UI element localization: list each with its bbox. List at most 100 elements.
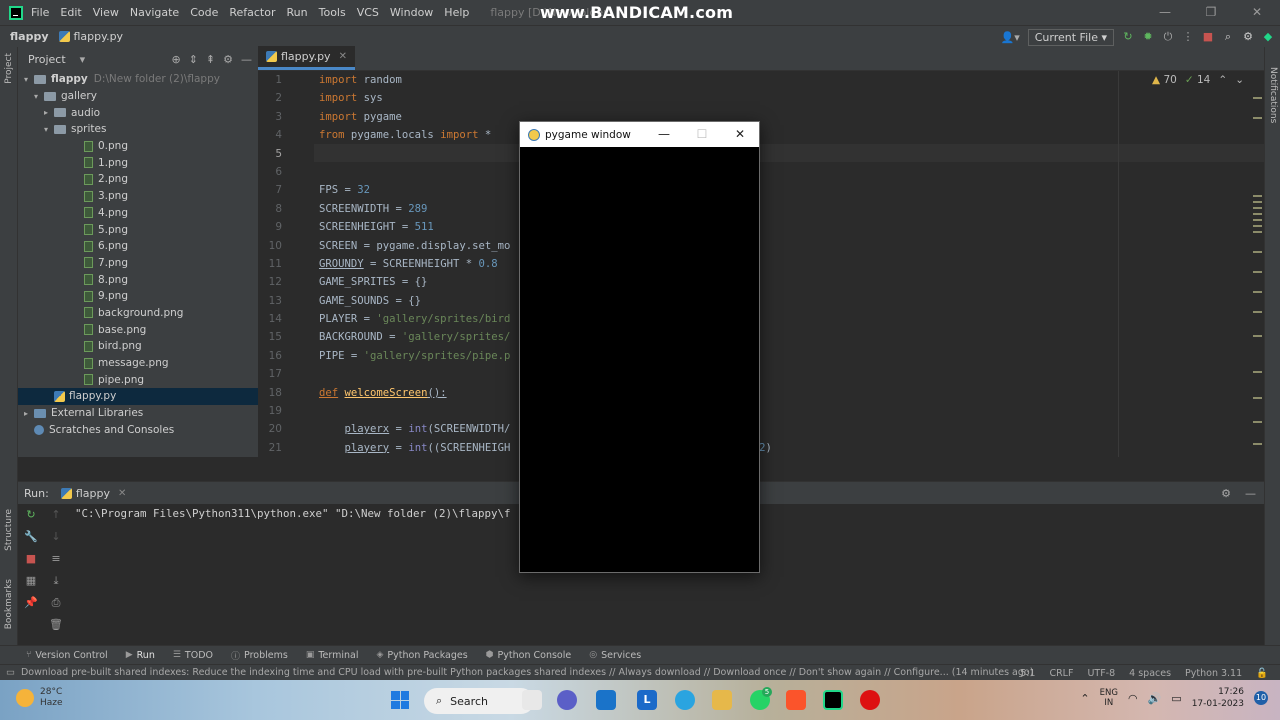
battery-icon[interactable]: ▭ (1171, 692, 1181, 705)
tray-chevron-icon[interactable]: ⌃ (1080, 692, 1089, 705)
l-app-icon[interactable]: L (637, 690, 657, 710)
tool-python-console[interactable]: ⬢ Python Console (486, 650, 572, 661)
maximize-icon[interactable]: ❐ (1188, 0, 1234, 25)
tree-item[interactable]: 1.png (18, 154, 258, 171)
close-run-tab-icon[interactable]: ✕ (118, 488, 126, 499)
brave-icon[interactable] (786, 690, 806, 710)
caret-position[interactable]: 5:1 (1020, 668, 1035, 679)
tree-item[interactable]: ▾ gallery (18, 88, 258, 105)
menu-window[interactable]: Window (390, 6, 433, 19)
line-separator[interactable]: CRLF (1049, 668, 1073, 679)
hide-run-panel-icon[interactable]: — (1245, 487, 1256, 500)
task-view-icon[interactable] (522, 690, 542, 710)
trash-icon[interactable]: 🗑 (46, 614, 66, 636)
wrench-icon[interactable]: 🔧 (18, 526, 44, 548)
clock[interactable]: 17:26 17-01-2023 (1192, 686, 1244, 710)
tree-item[interactable]: 0.png (18, 138, 258, 155)
menu-vcs[interactable]: VCS (357, 6, 379, 19)
start-button[interactable] (391, 691, 409, 709)
status-message[interactable]: Download pre-built shared indexes: Reduc… (21, 667, 1033, 678)
tool-run[interactable]: ▶ Run (126, 650, 155, 661)
language-indicator[interactable]: ENG IN (1100, 688, 1118, 708)
rerun-icon[interactable]: ↻ (18, 504, 44, 526)
settings-gear-icon[interactable]: ⚙ (1242, 31, 1254, 43)
project-panel-title[interactable]: Project (28, 53, 66, 66)
tree-item[interactable]: base.png (18, 321, 258, 338)
python-interpreter[interactable]: Python 3.11 (1185, 668, 1242, 679)
scroll-to-end-icon[interactable]: ⤓ (46, 570, 66, 592)
wifi-icon[interactable]: ◠ (1128, 692, 1138, 705)
tree-item[interactable]: 9.png (18, 288, 258, 305)
tree-item[interactable]: bird.png (18, 338, 258, 355)
tree-root[interactable]: ▾ flappy D:\New folder (2)\flappy (18, 71, 258, 88)
down-arrow-icon[interactable]: ↓ (46, 526, 66, 548)
search-icon[interactable]: ⌕ (1222, 31, 1234, 43)
menu-refactor[interactable]: Refactor (229, 6, 275, 19)
inspection-widget[interactable]: ▲ 70 ✓ 14 ⌃ ⌄ (1152, 74, 1244, 86)
tool-problems[interactable]: ⓘ Problems (231, 649, 288, 662)
tree-item[interactable]: 7.png (18, 255, 258, 272)
tool-version-control[interactable]: ⑂ Version Control (26, 650, 108, 661)
pygame-minimize-icon[interactable]: — (645, 122, 683, 147)
collapse-all-icon[interactable]: ⇞ (206, 53, 215, 66)
prev-highlight-icon[interactable]: ⌃ (1218, 74, 1227, 86)
pin-icon[interactable]: 📌 (18, 592, 44, 614)
menu-file[interactable]: File (31, 6, 49, 19)
pygame-close-icon[interactable]: ✕ (721, 122, 759, 147)
tool-terminal[interactable]: ▣ Terminal (306, 650, 359, 661)
run-settings-icon[interactable]: ⚙ (1221, 487, 1231, 500)
weather-widget[interactable]: 28°C Haze (16, 687, 63, 709)
locate-icon[interactable]: ⊕ (171, 53, 180, 66)
tree-item[interactable]: 8.png (18, 271, 258, 288)
record-icon[interactable] (860, 690, 880, 710)
run-tab-flappy[interactable]: flappy ✕ (60, 487, 126, 500)
indent-setting[interactable]: 4 spaces (1129, 668, 1171, 679)
tree-item[interactable]: 5.png (18, 221, 258, 238)
ide-updates-icon[interactable]: ◆ (1262, 31, 1274, 43)
editor-tab-flappy-py[interactable]: flappy.py ✕ (258, 46, 355, 70)
menu-navigate[interactable]: Navigate (130, 6, 179, 19)
stop-icon[interactable]: ■ (18, 548, 44, 570)
more-run-icon[interactable]: ⋮ (1182, 31, 1194, 43)
tree-item-scratches[interactable]: Scratches and Consoles (18, 421, 258, 438)
tree-item[interactable]: 2.png (18, 171, 258, 188)
tool-services[interactable]: ◎ Services (589, 650, 641, 661)
weak-warnings-count[interactable]: ✓ 14 (1185, 74, 1211, 86)
file-explorer-icon[interactable] (712, 690, 732, 710)
panel-settings-icon[interactable]: ⚙ (223, 53, 233, 66)
menu-code[interactable]: Code (190, 6, 218, 19)
tree-item[interactable]: ▾ sprites (18, 121, 258, 138)
tool-todo[interactable]: ☰ TODO (173, 650, 213, 661)
coverage-icon[interactable]: ⏻ (1162, 31, 1174, 43)
close-tab-icon[interactable]: ✕ (339, 51, 347, 62)
expand-all-icon[interactable]: ⇕ (189, 53, 198, 66)
debug-icon[interactable]: ✹ (1142, 31, 1154, 43)
mail-icon[interactable] (596, 690, 616, 710)
tree-item[interactable]: message.png (18, 355, 258, 372)
menu-view[interactable]: View (93, 6, 119, 19)
breadcrumb-project[interactable]: flappy (10, 30, 49, 43)
lock-icon[interactable]: 🔓 (1256, 668, 1268, 679)
tree-item-flappy-py[interactable]: flappy.py (18, 388, 258, 405)
tool-python-packages[interactable]: ◈ Python Packages (376, 650, 467, 661)
tree-item[interactable]: 3.png (18, 188, 258, 205)
file-encoding[interactable]: UTF-8 (1087, 668, 1115, 679)
user-icon[interactable]: 👤▾ (1001, 31, 1020, 44)
menu-edit[interactable]: Edit (60, 6, 81, 19)
next-highlight-icon[interactable]: ⌄ (1235, 74, 1244, 86)
minimize-icon[interactable]: — (1142, 0, 1188, 25)
stop-icon[interactable]: ■ (1202, 31, 1214, 43)
print-icon[interactable]: ⎙ (46, 592, 66, 614)
tree-item[interactable]: pipe.png (18, 371, 258, 388)
rerun-icon[interactable]: ↻ (1122, 31, 1134, 43)
menu-tools[interactable]: Tools (319, 6, 346, 19)
status-layout-icon[interactable]: ▭ (6, 667, 15, 678)
run-config-select[interactable]: Current File ▾ (1027, 28, 1114, 46)
pygame-window[interactable]: pygame window — ☐ ✕ (519, 121, 760, 573)
taskbar-search[interactable]: ⌕ Search (424, 688, 534, 714)
warnings-count[interactable]: ▲ 70 (1152, 74, 1177, 86)
menu-help[interactable]: Help (444, 6, 469, 19)
pygame-canvas[interactable] (520, 147, 759, 572)
run-console-output[interactable]: "C:\Program Files\Python311\python.exe" … (75, 507, 511, 520)
tree-item[interactable]: 6.png (18, 238, 258, 255)
